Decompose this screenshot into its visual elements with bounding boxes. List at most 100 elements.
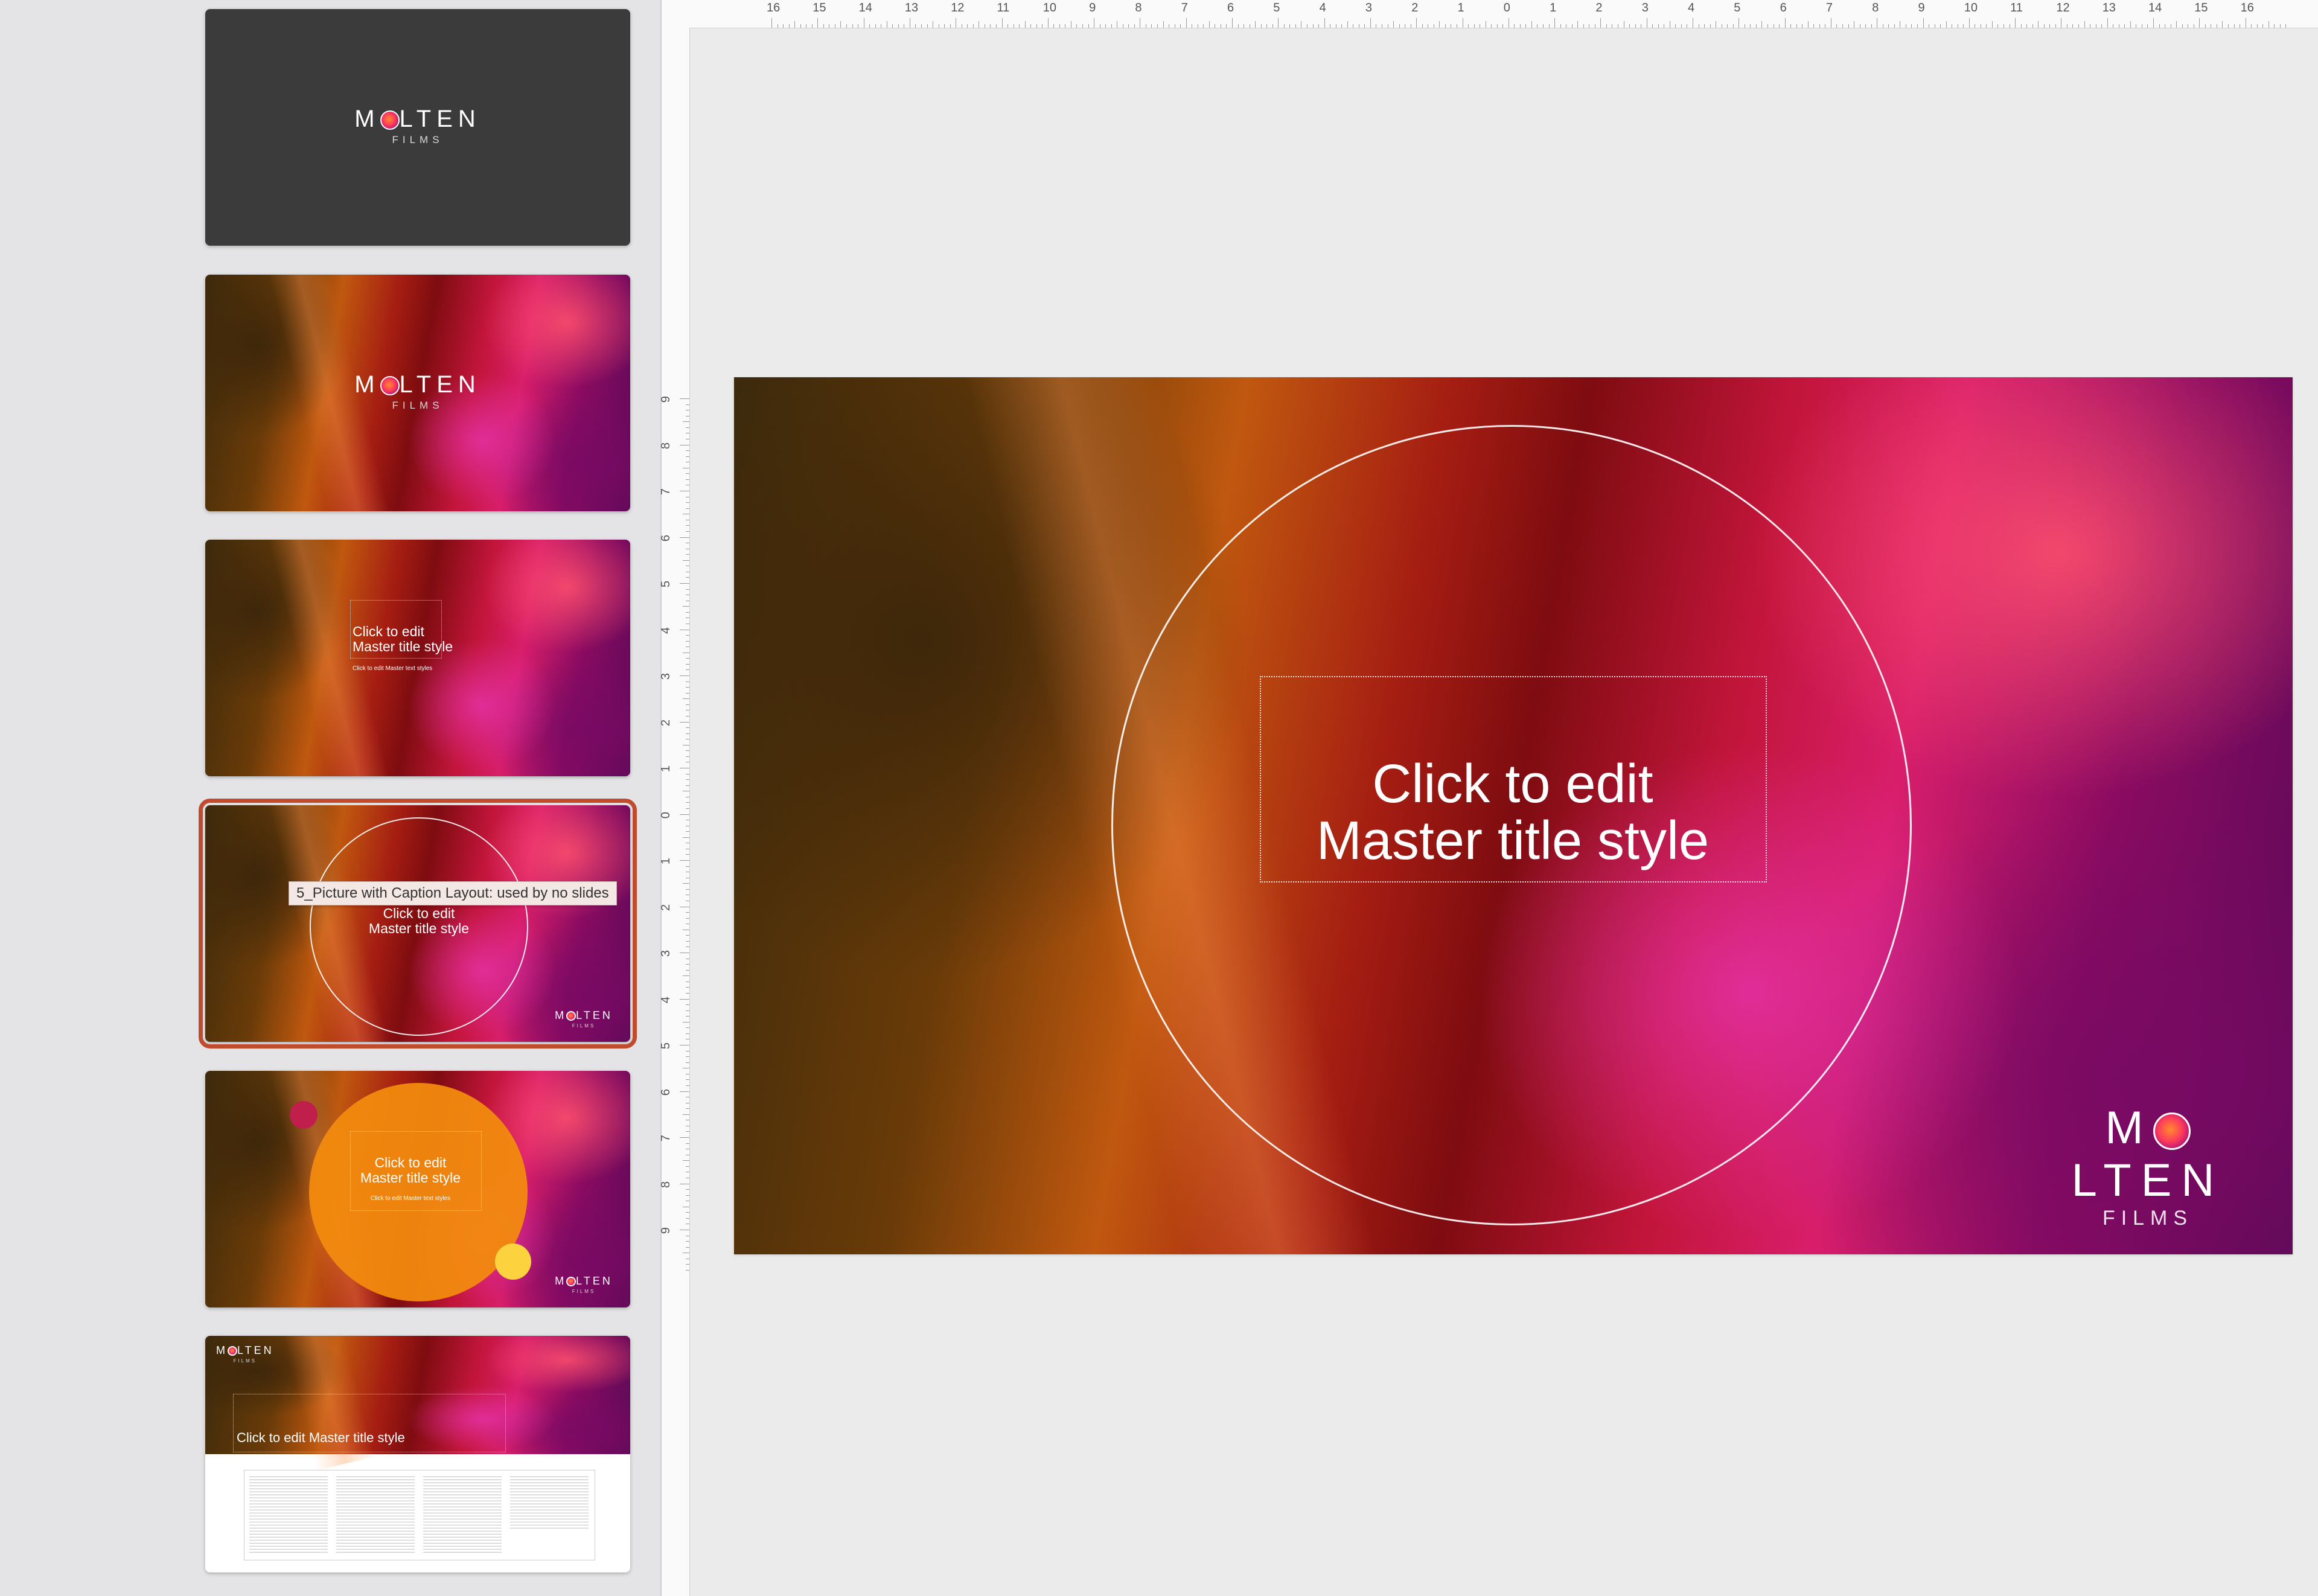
ruler-tick xyxy=(995,24,997,28)
ruler-tick xyxy=(950,24,951,28)
ruler-label: 4 xyxy=(659,996,673,1003)
ruler-tick xyxy=(1001,18,1003,28)
ruler-label: 7 xyxy=(1181,1,1188,14)
ruler-tick xyxy=(686,727,689,729)
ruler-tick xyxy=(1157,24,1158,28)
ruler-tick xyxy=(1848,24,1849,28)
ruler-label: 3 xyxy=(1365,1,1373,14)
ruler-tick xyxy=(915,24,916,28)
ruler-tick xyxy=(1514,24,1515,28)
ruler-tick xyxy=(686,1050,689,1052)
logo-ring-icon xyxy=(566,1011,576,1021)
ruler-tick xyxy=(686,992,689,994)
ruler-tick xyxy=(686,635,689,636)
ruler-tick xyxy=(1007,24,1009,28)
ruler-tick xyxy=(683,421,689,423)
ruler-tick xyxy=(823,24,824,28)
ruler-label: 6 xyxy=(1780,1,1787,14)
ruler-tick xyxy=(777,24,778,28)
ruler-tick xyxy=(1180,24,1181,28)
ruler-label: 9 xyxy=(1089,1,1096,14)
logo-ring-icon xyxy=(2153,1112,2191,1150)
ruler-tick xyxy=(680,675,689,676)
ruler-label: 1 xyxy=(659,857,673,865)
ruler-tick xyxy=(683,606,689,607)
ruler-tick xyxy=(1324,18,1325,28)
ruler-label: 15 xyxy=(813,1,826,14)
horizontal-ruler[interactable]: 16 15 14 13 12 11 10 9 8 7 6 5 4 3 2 1 0 1 2 3 4 5 6 7 8 9 10 11 12 1… xyxy=(662,0,2318,28)
ruler-tick xyxy=(686,577,689,578)
ruler-tick xyxy=(686,1085,689,1086)
ruler-tick xyxy=(1076,24,1078,28)
ruler-tick xyxy=(2176,21,2177,28)
ruler-tick xyxy=(680,1091,689,1092)
thumbnail-title-columns[interactable]: M LTEN FILMS Click to edit Master title s… xyxy=(205,1336,630,1572)
ruler-tick xyxy=(1675,24,1676,28)
ruler-tick xyxy=(1819,24,1820,28)
molten-films-logo: MLTEN FILMS xyxy=(354,371,481,411)
ruler-tick xyxy=(2020,24,2022,28)
ruler-tick xyxy=(686,1264,689,1265)
ruler-tick xyxy=(686,508,689,509)
ruler-tick xyxy=(1422,24,1423,28)
logo-ring-icon xyxy=(380,376,400,396)
ruler-tick xyxy=(2285,24,2287,28)
ruler-tick xyxy=(686,692,689,694)
ruler-tick xyxy=(811,24,813,28)
ruler-tick xyxy=(1036,24,1037,28)
ruler-tick xyxy=(680,1137,689,1138)
thumbnail-title-logo[interactable]: M LTEN FILMS xyxy=(205,275,630,511)
ruler-tick xyxy=(2124,24,2125,28)
ruler-tick xyxy=(2205,24,2206,28)
ruler-tick xyxy=(686,715,689,717)
ruler-tick xyxy=(686,831,689,832)
ruler-tick xyxy=(1491,24,1492,28)
ruler-tick xyxy=(686,669,689,671)
thumbnail-orange-circle[interactable]: Click to edit Master title style Click t… xyxy=(205,1071,630,1307)
thumbnail-title: Click to edit Master title style xyxy=(360,1155,461,1186)
thumbnail-title: Click to edit Master title style xyxy=(237,1430,405,1445)
ruler-label: 6 xyxy=(659,1088,673,1096)
ruler-tick xyxy=(1111,24,1112,28)
thumbnail-master-dark[interactable]: M LTEN FILMS xyxy=(205,9,630,246)
ruler-label: 10 xyxy=(1964,1,1978,14)
ruler-tick xyxy=(1186,18,1187,28)
ruler-tick xyxy=(1997,24,1999,28)
ruler-tick xyxy=(1554,18,1556,28)
ruler-tick xyxy=(1727,24,1728,28)
master-title-text[interactable]: Click to edit Master title style xyxy=(1151,756,1875,869)
ruler-tick xyxy=(686,531,689,532)
ruler-tick xyxy=(686,479,689,480)
ruler-tick xyxy=(1341,24,1343,28)
ruler-tick xyxy=(2256,24,2258,28)
ruler-tick xyxy=(686,1195,689,1196)
thumbnail-title-text[interactable]: Click to edit Master title style Click t… xyxy=(205,540,630,776)
ruler-label: 8 xyxy=(659,442,673,449)
ruler-tick xyxy=(1940,24,1941,28)
ruler-tick xyxy=(686,704,689,705)
ruler-tick xyxy=(1255,21,1256,28)
thumbnail-picture-caption-selected[interactable]: Click to edit Master title style M LTEN F… xyxy=(199,799,637,1049)
ruler-tick xyxy=(1347,21,1348,28)
ruler-tick xyxy=(1370,18,1371,28)
ruler-tick xyxy=(686,756,689,757)
ruler-tick xyxy=(1312,24,1314,28)
ruler-tick xyxy=(875,24,876,28)
ruler-tick xyxy=(927,24,928,28)
ruler-label: 5 xyxy=(659,1042,673,1050)
slide-canvas[interactable]: Click to edit Master title style MLTEN F… xyxy=(734,377,2293,1254)
ruler-tick xyxy=(1606,24,1607,28)
vertical-ruler[interactable]: 9 8 7 6 5 4 3 2 1 0 1 2 3 4 5 6 7 8 9 xyxy=(659,28,690,1596)
ruler-tick xyxy=(686,785,689,786)
ruler-tick xyxy=(686,1212,689,1213)
ruler-tick xyxy=(686,946,689,948)
ruler-label: 2 xyxy=(1411,1,1419,14)
ruler-label: 9 xyxy=(1918,1,1925,14)
ruler-tick xyxy=(680,721,689,723)
ruler-tick xyxy=(686,808,689,809)
ruler-tick xyxy=(1496,24,1498,28)
ruler-tick xyxy=(990,24,991,28)
ruler-tick xyxy=(1923,18,1924,28)
ruler-tick xyxy=(1278,18,1279,28)
ruler-tick xyxy=(683,1114,689,1115)
